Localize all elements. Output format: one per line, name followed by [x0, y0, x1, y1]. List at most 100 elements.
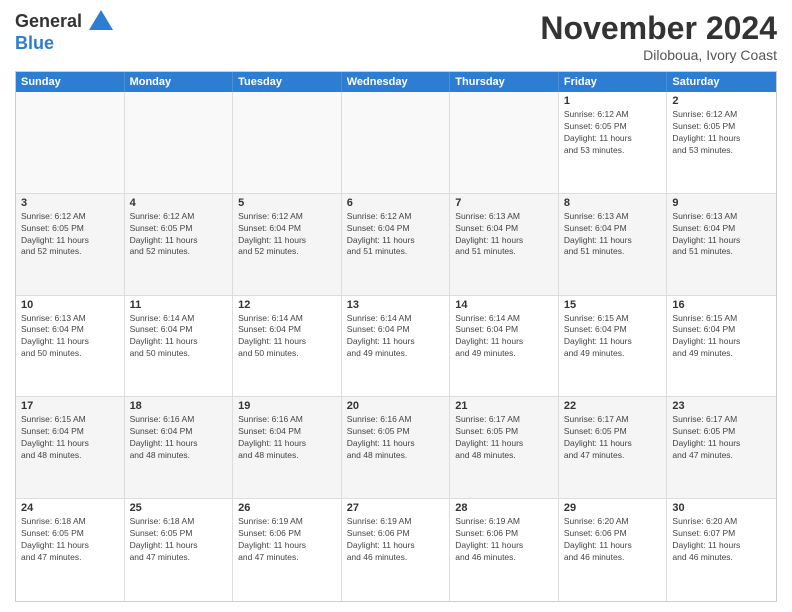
- cal-cell-3-7: 16 Sunrise: 6:15 AM Sunset: 6:04 PM Dayli…: [667, 296, 776, 397]
- week-row-1: 1 Sunrise: 6:12 AM Sunset: 6:05 PM Daylig…: [16, 92, 776, 194]
- day-info: Sunrise: 6:15 AM Sunset: 6:04 PM Dayligh…: [564, 313, 662, 361]
- day-info: Sunrise: 6:12 AM Sunset: 6:05 PM Dayligh…: [564, 109, 662, 157]
- day-info: Sunrise: 6:17 AM Sunset: 6:05 PM Dayligh…: [672, 414, 771, 462]
- day-number: 11: [130, 299, 228, 311]
- day-number: 3: [21, 197, 119, 209]
- cal-cell-1-1: [16, 92, 125, 193]
- cal-cell-3-1: 10 Sunrise: 6:13 AM Sunset: 6:04 PM Dayli…: [16, 296, 125, 397]
- cal-cell-1-3: [233, 92, 342, 193]
- day-info: Sunrise: 6:14 AM Sunset: 6:04 PM Dayligh…: [455, 313, 553, 361]
- day-info: Sunrise: 6:13 AM Sunset: 6:04 PM Dayligh…: [672, 211, 771, 259]
- cal-cell-5-1: 24 Sunrise: 6:18 AM Sunset: 6:05 PM Dayli…: [16, 499, 125, 601]
- logo-general: General: [15, 11, 82, 31]
- day-number: 29: [564, 502, 662, 514]
- cal-cell-4-3: 19Sunrise: 6:16 AM Sunset: 6:04 PM Dayli…: [233, 397, 342, 498]
- day-info: Sunrise: 6:19 AM Sunset: 6:06 PM Dayligh…: [455, 516, 553, 564]
- cal-cell-5-3: 26Sunrise: 6:19 AM Sunset: 6:06 PM Dayli…: [233, 499, 342, 601]
- header-day-wednesday: Wednesday: [342, 72, 451, 92]
- day-number: 17: [21, 400, 119, 412]
- cal-cell-4-6: 22Sunrise: 6:17 AM Sunset: 6:05 PM Dayli…: [559, 397, 668, 498]
- header: General Blue November 2024 Diloboua, Ivo…: [15, 10, 777, 63]
- day-number: 5: [238, 197, 336, 209]
- day-number: 27: [347, 502, 445, 514]
- logo: General Blue: [15, 10, 113, 54]
- day-number: 28: [455, 502, 553, 514]
- day-info: Sunrise: 6:16 AM Sunset: 6:05 PM Dayligh…: [347, 414, 445, 462]
- cal-cell-5-5: 28 Sunrise: 6:19 AM Sunset: 6:06 PM Dayli…: [450, 499, 559, 601]
- cal-cell-3-2: 11 Sunrise: 6:14 AM Sunset: 6:04 PM Dayli…: [125, 296, 234, 397]
- day-number: 14: [455, 299, 553, 311]
- cal-cell-1-7: 2 Sunrise: 6:12 AM Sunset: 6:05 PM Daylig…: [667, 92, 776, 193]
- week-row-4: 17Sunrise: 6:15 AM Sunset: 6:04 PM Dayli…: [16, 397, 776, 499]
- day-info: Sunrise: 6:12 AM Sunset: 6:05 PM Dayligh…: [672, 109, 771, 157]
- week-row-5: 24 Sunrise: 6:18 AM Sunset: 6:05 PM Dayli…: [16, 499, 776, 601]
- cal-cell-3-6: 15 Sunrise: 6:15 AM Sunset: 6:04 PM Dayli…: [559, 296, 668, 397]
- cal-cell-1-4: [342, 92, 451, 193]
- day-info: Sunrise: 6:17 AM Sunset: 6:05 PM Dayligh…: [564, 414, 662, 462]
- day-info: Sunrise: 6:14 AM Sunset: 6:04 PM Dayligh…: [130, 313, 228, 361]
- header-day-friday: Friday: [559, 72, 668, 92]
- day-number: 4: [130, 197, 228, 209]
- day-number: 15: [564, 299, 662, 311]
- location: Diloboua, Ivory Coast: [540, 47, 777, 63]
- header-day-sunday: Sunday: [16, 72, 125, 92]
- day-info: Sunrise: 6:18 AM Sunset: 6:05 PM Dayligh…: [130, 516, 228, 564]
- cal-cell-5-7: 30Sunrise: 6:20 AM Sunset: 6:07 PM Dayli…: [667, 499, 776, 601]
- day-number: 2: [672, 95, 771, 107]
- cal-cell-2-3: 5 Sunrise: 6:12 AM Sunset: 6:04 PM Daylig…: [233, 194, 342, 295]
- day-info: Sunrise: 6:15 AM Sunset: 6:04 PM Dayligh…: [672, 313, 771, 361]
- day-number: 12: [238, 299, 336, 311]
- calendar: SundayMondayTuesdayWednesdayThursdayFrid…: [15, 71, 777, 602]
- calendar-header: SundayMondayTuesdayWednesdayThursdayFrid…: [16, 72, 776, 92]
- cal-cell-4-7: 23 Sunrise: 6:17 AM Sunset: 6:05 PM Dayli…: [667, 397, 776, 498]
- title-block: November 2024 Diloboua, Ivory Coast: [540, 10, 777, 63]
- day-number: 26: [238, 502, 336, 514]
- cal-cell-2-6: 8 Sunrise: 6:13 AM Sunset: 6:04 PM Daylig…: [559, 194, 668, 295]
- day-info: Sunrise: 6:12 AM Sunset: 6:04 PM Dayligh…: [238, 211, 336, 259]
- cal-cell-4-1: 17Sunrise: 6:15 AM Sunset: 6:04 PM Dayli…: [16, 397, 125, 498]
- day-number: 21: [455, 400, 553, 412]
- day-info: Sunrise: 6:12 AM Sunset: 6:05 PM Dayligh…: [21, 211, 119, 259]
- cal-cell-4-5: 21Sunrise: 6:17 AM Sunset: 6:05 PM Dayli…: [450, 397, 559, 498]
- cal-cell-2-7: 9Sunrise: 6:13 AM Sunset: 6:04 PM Daylig…: [667, 194, 776, 295]
- day-info: Sunrise: 6:18 AM Sunset: 6:05 PM Dayligh…: [21, 516, 119, 564]
- cal-cell-2-2: 4 Sunrise: 6:12 AM Sunset: 6:05 PM Daylig…: [125, 194, 234, 295]
- logo-icon: [89, 8, 113, 32]
- day-info: Sunrise: 6:13 AM Sunset: 6:04 PM Dayligh…: [21, 313, 119, 361]
- page: General Blue November 2024 Diloboua, Ivo…: [0, 0, 792, 612]
- cal-cell-2-4: 6Sunrise: 6:12 AM Sunset: 6:04 PM Daylig…: [342, 194, 451, 295]
- cal-cell-5-6: 29 Sunrise: 6:20 AM Sunset: 6:06 PM Dayli…: [559, 499, 668, 601]
- cal-cell-2-5: 7Sunrise: 6:13 AM Sunset: 6:04 PM Daylig…: [450, 194, 559, 295]
- day-number: 16: [672, 299, 771, 311]
- day-number: 6: [347, 197, 445, 209]
- week-row-3: 10 Sunrise: 6:13 AM Sunset: 6:04 PM Dayli…: [16, 296, 776, 398]
- day-info: Sunrise: 6:20 AM Sunset: 6:06 PM Dayligh…: [564, 516, 662, 564]
- cal-cell-4-4: 20Sunrise: 6:16 AM Sunset: 6:05 PM Dayli…: [342, 397, 451, 498]
- week-row-2: 3 Sunrise: 6:12 AM Sunset: 6:05 PM Daylig…: [16, 194, 776, 296]
- day-info: Sunrise: 6:16 AM Sunset: 6:04 PM Dayligh…: [238, 414, 336, 462]
- day-number: 13: [347, 299, 445, 311]
- month-title: November 2024: [540, 10, 777, 47]
- cal-cell-1-5: [450, 92, 559, 193]
- cal-cell-5-2: 25 Sunrise: 6:18 AM Sunset: 6:05 PM Dayli…: [125, 499, 234, 601]
- cal-cell-2-1: 3 Sunrise: 6:12 AM Sunset: 6:05 PM Daylig…: [16, 194, 125, 295]
- day-info: Sunrise: 6:13 AM Sunset: 6:04 PM Dayligh…: [564, 211, 662, 259]
- day-number: 23: [672, 400, 771, 412]
- day-info: Sunrise: 6:14 AM Sunset: 6:04 PM Dayligh…: [347, 313, 445, 361]
- day-number: 1: [564, 95, 662, 107]
- day-info: Sunrise: 6:19 AM Sunset: 6:06 PM Dayligh…: [347, 516, 445, 564]
- day-info: Sunrise: 6:12 AM Sunset: 6:05 PM Dayligh…: [130, 211, 228, 259]
- day-number: 25: [130, 502, 228, 514]
- day-info: Sunrise: 6:14 AM Sunset: 6:04 PM Dayligh…: [238, 313, 336, 361]
- day-number: 18: [130, 400, 228, 412]
- cal-cell-1-2: [125, 92, 234, 193]
- day-number: 10: [21, 299, 119, 311]
- header-day-saturday: Saturday: [667, 72, 776, 92]
- day-number: 24: [21, 502, 119, 514]
- day-info: Sunrise: 6:13 AM Sunset: 6:04 PM Dayligh…: [455, 211, 553, 259]
- day-info: Sunrise: 6:20 AM Sunset: 6:07 PM Dayligh…: [672, 516, 771, 564]
- logo-blue: Blue: [15, 33, 54, 53]
- day-number: 8: [564, 197, 662, 209]
- header-day-thursday: Thursday: [450, 72, 559, 92]
- cal-cell-3-3: 12 Sunrise: 6:14 AM Sunset: 6:04 PM Dayli…: [233, 296, 342, 397]
